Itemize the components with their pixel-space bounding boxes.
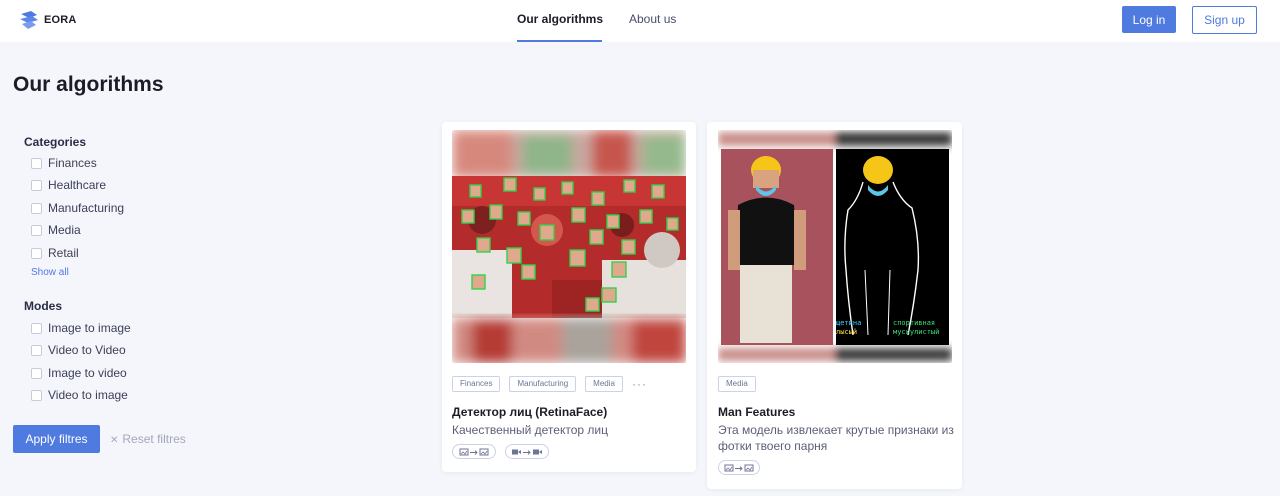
label-athletic: спортивная <box>893 319 935 327</box>
filter-label: Healthcare <box>48 178 107 192</box>
logo-text: EORA <box>44 14 77 26</box>
mode-filter-video-to-image[interactable]: Video to image <box>31 388 128 402</box>
card-thumbnail: щетина спортивная лысый мускулистый <box>718 130 952 363</box>
filter-label: Video to Video <box>48 343 126 357</box>
checkbox[interactable] <box>31 322 42 334</box>
signup-button[interactable]: Sign up <box>1192 6 1257 34</box>
category-filter-media[interactable]: Media <box>31 223 81 237</box>
tag-list: Finances Manufacturing Media ··· <box>452 376 647 392</box>
category-filter-healthcare[interactable]: Healthcare <box>31 178 106 192</box>
checkbox[interactable] <box>31 344 42 356</box>
algorithm-card-retinaface[interactable]: Finances Manufacturing Media ··· Детекто… <box>442 122 696 472</box>
label-muscular: мускулистый <box>893 328 939 336</box>
filter-label: Image to image <box>48 321 131 335</box>
image-to-image-icon <box>724 464 754 472</box>
category-filter-finances[interactable]: Finances <box>31 156 97 170</box>
label-bald: лысый <box>836 328 857 336</box>
nav-tab-our-algorithms[interactable]: Our algorithms <box>517 12 603 26</box>
page-title: Our algorithms <box>13 73 164 96</box>
mode-image-to-image-badge <box>718 460 760 475</box>
close-icon: ✕ <box>110 435 119 446</box>
login-button[interactable]: Log in <box>1122 6 1176 33</box>
checkbox[interactable] <box>31 202 42 214</box>
mode-filter-video-to-video[interactable]: Video to Video <box>31 343 126 357</box>
tag[interactable]: Media <box>585 376 623 392</box>
tag[interactable]: Manufacturing <box>509 376 577 392</box>
eora-logo-icon <box>20 11 38 29</box>
tag[interactable]: Media <box>718 376 756 392</box>
checkbox[interactable] <box>31 179 42 191</box>
mode-image-to-image-badge <box>452 444 496 459</box>
filter-label: Image to video <box>48 366 127 380</box>
filter-label: Video to image <box>48 388 128 402</box>
card-description: Качественный детектор лиц <box>452 423 608 437</box>
filter-label: Retail <box>48 246 79 260</box>
nav-tab-about-us[interactable]: About us <box>629 12 676 26</box>
card-title: Детектор лиц (RetinaFace) <box>452 405 608 419</box>
modes-heading: Modes <box>24 299 63 313</box>
man-features-image: щетина спортивная лысый мускулистый <box>718 130 952 363</box>
image-to-image-icon <box>459 448 489 456</box>
reset-filters-button[interactable]: ✕ Reset filtres <box>104 425 194 453</box>
apply-filters-button[interactable]: Apply filtres <box>13 425 100 453</box>
filter-label: Finances <box>48 156 97 170</box>
mode-filter-image-to-image[interactable]: Image to image <box>31 321 131 335</box>
category-filter-retail[interactable]: Retail <box>31 246 79 260</box>
crowd-face-detection-image <box>452 130 686 363</box>
mode-video-to-video-badge <box>505 444 549 459</box>
tag[interactable]: Finances <box>452 376 501 392</box>
mode-filter-image-to-video[interactable]: Image to video <box>31 366 127 380</box>
show-all-link[interactable]: Show all <box>31 267 69 278</box>
top-navbar: EORA Our algorithms About us Log in Sign… <box>0 0 1280 42</box>
card-thumbnail <box>452 130 686 363</box>
category-filter-manufacturing[interactable]: Manufacturing <box>31 201 124 215</box>
more-tags-icon[interactable]: ··· <box>632 377 647 391</box>
filter-label: Manufacturing <box>48 201 125 215</box>
checkbox[interactable] <box>31 224 42 236</box>
checkbox[interactable] <box>31 389 42 401</box>
active-tab-indicator <box>517 40 602 42</box>
card-description: Эта модель извлекает крутые признаки из … <box>718 423 954 453</box>
checkbox[interactable] <box>31 367 42 379</box>
card-title: Man Features <box>718 405 796 419</box>
checkbox[interactable] <box>31 247 42 259</box>
tag-list: Media <box>718 376 765 392</box>
video-to-video-icon <box>512 449 542 455</box>
algorithm-card-man-features[interactable]: щетина спортивная лысый мускулистый Medi… <box>707 122 962 489</box>
categories-heading: Categories <box>24 135 87 149</box>
reset-label: Reset filtres <box>122 432 186 446</box>
logo[interactable]: EORA <box>18 9 77 31</box>
checkbox[interactable] <box>31 157 42 169</box>
filter-label: Media <box>48 223 81 237</box>
label-stubble: щетина <box>836 319 861 327</box>
